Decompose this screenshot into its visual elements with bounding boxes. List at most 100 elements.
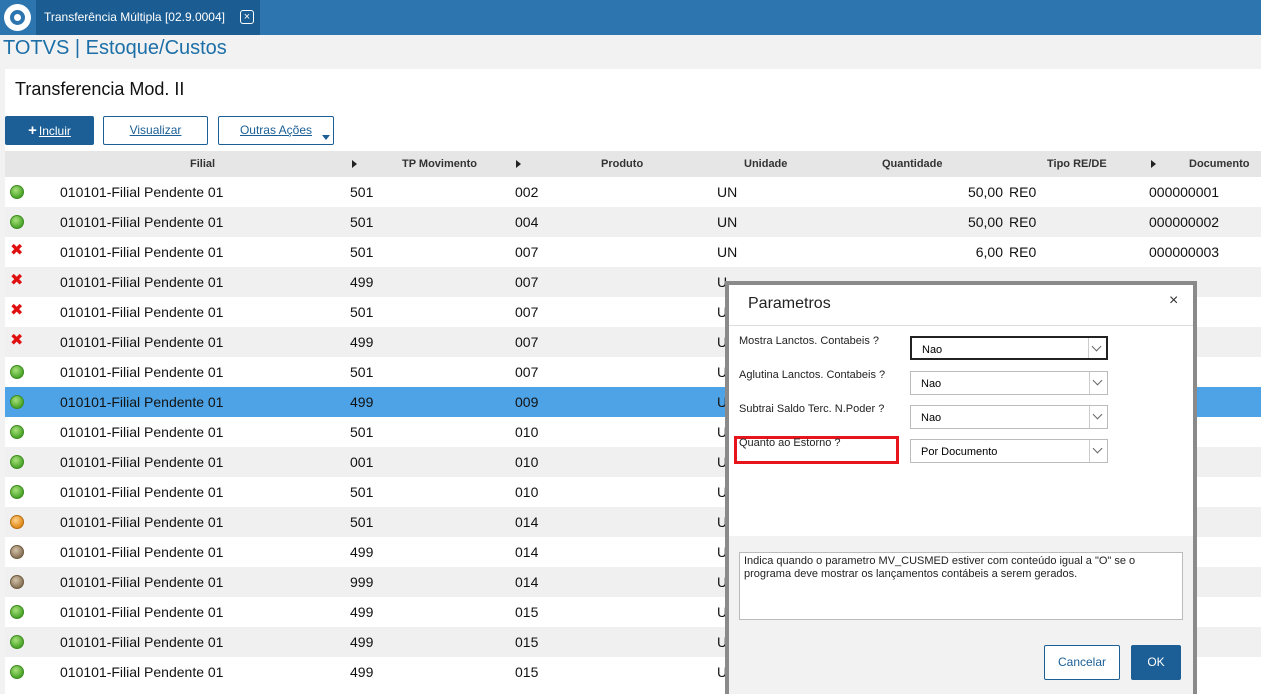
header-documento[interactable]: Documento bbox=[1189, 158, 1250, 170]
cell-tp-movimento: 999 bbox=[350, 574, 374, 590]
cell-tp-movimento: 499 bbox=[350, 664, 374, 680]
cell-produto: 009 bbox=[515, 394, 539, 410]
cell-tp-movimento: 501 bbox=[350, 424, 374, 440]
cell-produto: 010 bbox=[515, 424, 539, 440]
status-error-icon: ✖ bbox=[10, 272, 24, 289]
help-text: Indica quando o parametro MV_CUSMED esti… bbox=[739, 552, 1183, 620]
cell-filial: 010101-Filial Pendente 01 bbox=[60, 214, 224, 230]
cell-tp-movimento: 501 bbox=[350, 214, 374, 230]
cell-tp-movimento: 499 bbox=[350, 634, 374, 650]
cell-unidade: UN bbox=[717, 214, 738, 230]
ok-button[interactable]: OK bbox=[1131, 645, 1181, 680]
chevron-down-icon[interactable] bbox=[1089, 372, 1107, 394]
cell-tp-movimento: 501 bbox=[350, 244, 374, 260]
tab-close-icon[interactable]: × bbox=[240, 10, 254, 24]
status-green-icon bbox=[10, 485, 24, 499]
status-brown-icon bbox=[10, 575, 24, 589]
cell-quantidade: 6,00 bbox=[975, 244, 1003, 260]
cell-tp-movimento: 501 bbox=[350, 364, 374, 380]
dialog-body: Mostra Lanctos. Contabeis ? Nao Aglutina… bbox=[729, 326, 1193, 536]
status-green-icon bbox=[10, 185, 24, 199]
cell-produto: 010 bbox=[515, 484, 539, 500]
status-green-icon bbox=[10, 365, 24, 379]
cell-filial: 010101-Filial Pendente 01 bbox=[60, 484, 224, 500]
tab-label: Transferência Múltipla [02.9.0004] bbox=[44, 10, 225, 24]
outras-acoes-button[interactable]: Outras Ações bbox=[218, 116, 334, 145]
status-green-icon bbox=[10, 455, 24, 469]
param-select-mostra-lanctos[interactable]: Nao bbox=[910, 336, 1108, 360]
cell-tp-movimento: 499 bbox=[350, 544, 374, 560]
plus-icon: + bbox=[28, 122, 37, 139]
status-orange-icon bbox=[10, 515, 24, 529]
status-error-icon: ✖ bbox=[10, 242, 24, 259]
table-row[interactable]: 010101-Filial Pendente 01 501 002 UN 50,00 RE… bbox=[5, 177, 1261, 207]
cell-produto: 007 bbox=[515, 244, 539, 260]
header-produto[interactable]: Produto bbox=[601, 158, 643, 170]
chevron-down-icon[interactable] bbox=[1089, 406, 1107, 428]
header-tipo-re-de[interactable]: Tipo RE/DE bbox=[1047, 158, 1107, 170]
status-green-icon bbox=[10, 605, 24, 619]
select-value: Por Documento bbox=[921, 446, 998, 458]
column-arrow-icon bbox=[352, 160, 357, 168]
chevron-down-icon[interactable] bbox=[1089, 440, 1107, 462]
cell-tipo-re-de: RE0 bbox=[1009, 244, 1037, 260]
title-bar: Transferência Múltipla [02.9.0004] × bbox=[0, 0, 1261, 35]
cell-documento: 000000001 bbox=[1149, 184, 1220, 200]
incluir-label: Incluir bbox=[38, 124, 71, 138]
param-select-subtrai-saldo[interactable]: Nao bbox=[910, 405, 1108, 429]
column-arrow-icon bbox=[1151, 160, 1156, 168]
cell-produto: 007 bbox=[515, 304, 539, 320]
param-select-quanto-estorno[interactable]: Por Documento bbox=[910, 439, 1108, 463]
dialog-title: Parametros bbox=[748, 295, 831, 312]
chevron-down-icon bbox=[322, 135, 330, 140]
header-tp-movimento[interactable]: TP Movimento bbox=[402, 158, 477, 170]
cell-filial: 010101-Filial Pendente 01 bbox=[60, 394, 224, 410]
cell-tipo-re-de: RE0 bbox=[1009, 214, 1037, 230]
cell-produto: 007 bbox=[515, 334, 539, 350]
cell-filial: 010101-Filial Pendente 01 bbox=[60, 634, 224, 650]
cell-filial: 010101-Filial Pendente 01 bbox=[60, 544, 224, 560]
cell-tp-movimento: 499 bbox=[350, 604, 374, 620]
status-error-icon: ✖ bbox=[10, 302, 24, 319]
header-filial[interactable]: Filial bbox=[190, 158, 215, 170]
cell-produto: 015 bbox=[515, 634, 539, 650]
header-unidade[interactable]: Unidade bbox=[744, 158, 787, 170]
cell-documento: 000000002 bbox=[1149, 214, 1220, 230]
status-green-icon bbox=[10, 425, 24, 439]
cell-produto: 007 bbox=[515, 274, 539, 290]
cell-tp-movimento: 501 bbox=[350, 304, 374, 320]
incluir-button[interactable]: + Incluir bbox=[5, 116, 94, 145]
cell-filial: 010101-Filial Pendente 01 bbox=[60, 244, 224, 260]
select-value: Nao bbox=[922, 344, 943, 356]
param-select-aglutina-lanctos[interactable]: Nao bbox=[910, 371, 1108, 395]
cell-tp-movimento: 499 bbox=[350, 274, 374, 290]
tab-transferencia-multipla[interactable]: Transferência Múltipla [02.9.0004] × bbox=[36, 0, 260, 35]
param-label-quanto-estorno: Quanto ao Estorno ? bbox=[739, 437, 841, 449]
visualizar-button[interactable]: Visualizar bbox=[103, 116, 208, 145]
cell-produto: 015 bbox=[515, 604, 539, 620]
cell-unidade: UN bbox=[717, 244, 738, 260]
cell-tp-movimento: 499 bbox=[350, 394, 374, 410]
status-green-icon bbox=[10, 665, 24, 679]
cell-filial: 010101-Filial Pendente 01 bbox=[60, 514, 224, 530]
cell-filial: 010101-Filial Pendente 01 bbox=[60, 364, 224, 380]
cell-filial: 010101-Filial Pendente 01 bbox=[60, 424, 224, 440]
select-value: Nao bbox=[921, 378, 942, 390]
close-icon[interactable]: × bbox=[1169, 292, 1178, 310]
cell-filial: 010101-Filial Pendente 01 bbox=[60, 184, 224, 200]
totvs-logo-icon[interactable] bbox=[4, 4, 31, 31]
cell-produto: 015 bbox=[515, 664, 539, 680]
param-label-subtrai-saldo: Subtrai Saldo Terc. N.Poder ? bbox=[739, 403, 885, 415]
cell-produto: 014 bbox=[515, 544, 539, 560]
chevron-down-icon[interactable] bbox=[1088, 338, 1106, 358]
status-green-icon bbox=[10, 395, 24, 409]
table-row[interactable]: 010101-Filial Pendente 01 501 004 UN 50,00 RE… bbox=[5, 207, 1261, 237]
table-row[interactable]: ✖ 010101-Filial Pendente 01 501 007 UN 6,00 RE… bbox=[5, 237, 1261, 267]
select-value: Nao bbox=[921, 412, 942, 424]
cell-produto: 014 bbox=[515, 514, 539, 530]
cell-produto: 010 bbox=[515, 454, 539, 470]
cancel-button[interactable]: Cancelar bbox=[1044, 645, 1120, 680]
header-quantidade[interactable]: Quantidade bbox=[882, 158, 943, 170]
cell-documento: 000000003 bbox=[1149, 244, 1220, 260]
cell-tp-movimento: 501 bbox=[350, 484, 374, 500]
